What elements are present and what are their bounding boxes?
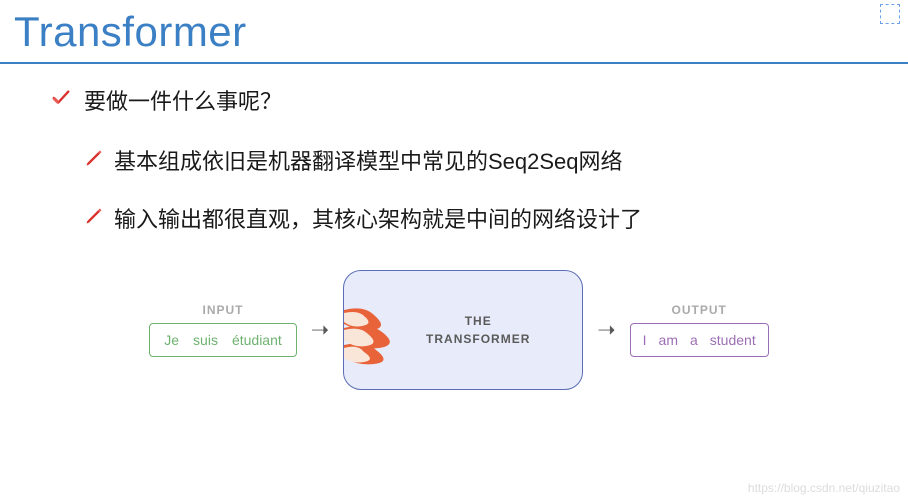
input-label: INPUT [203, 303, 244, 317]
pencil-icon [84, 206, 104, 230]
center-label-2: TRANSFORMER [426, 332, 530, 346]
question-bullet: 要做一件什么事呢？ [50, 84, 868, 116]
flame-icon [344, 280, 414, 380]
point-2-text: 输入输出都很直观，其核心架构就是中间的网络设计了 [114, 202, 642, 234]
input-block: INPUT Je suis étudiant [149, 303, 297, 357]
input-box: Je suis étudiant [149, 323, 297, 357]
pencil-icon [84, 148, 104, 172]
input-token: étudiant [232, 332, 282, 348]
question-text: 要做一件什么事呢？ [84, 84, 282, 116]
output-token: I [643, 332, 647, 348]
center-label-1: THE [465, 314, 492, 328]
transformer-label: THE TRANSFORMER [426, 312, 530, 348]
transformer-box: THE TRANSFORMER [343, 270, 583, 390]
output-token: am [659, 332, 678, 348]
output-label: OUTPUT [672, 303, 727, 317]
point-1-text: 基本组成依旧是机器翻译模型中常见的Seq2Seq网络 [114, 144, 623, 176]
point-1: 基本组成依旧是机器翻译模型中常见的Seq2Seq网络 [84, 144, 868, 176]
content-area: 要做一件什么事呢？ 基本组成依旧是机器翻译模型中常见的Seq2Seq网络 输入输… [0, 84, 908, 390]
title-divider [0, 62, 908, 64]
checkmark-icon [50, 87, 72, 113]
output-box: I am a student [630, 323, 769, 357]
output-token: a [690, 332, 698, 348]
transformer-diagram: INPUT Je suis étudiant ➝ THE TRANSFORMER [50, 270, 868, 390]
input-token: Je [164, 332, 179, 348]
arrow-icon: ➝ [311, 317, 329, 343]
arrow-icon: ➝ [597, 317, 615, 343]
output-token: student [710, 332, 756, 348]
input-token: suis [193, 332, 218, 348]
watermark: https://blog.csdn.net/qiuzitao [748, 481, 900, 495]
corner-placeholder-icon [880, 4, 900, 24]
output-block: OUTPUT I am a student [630, 303, 769, 357]
point-2: 输入输出都很直观，其核心架构就是中间的网络设计了 [84, 202, 868, 234]
slide-title: Transformer [0, 0, 908, 60]
